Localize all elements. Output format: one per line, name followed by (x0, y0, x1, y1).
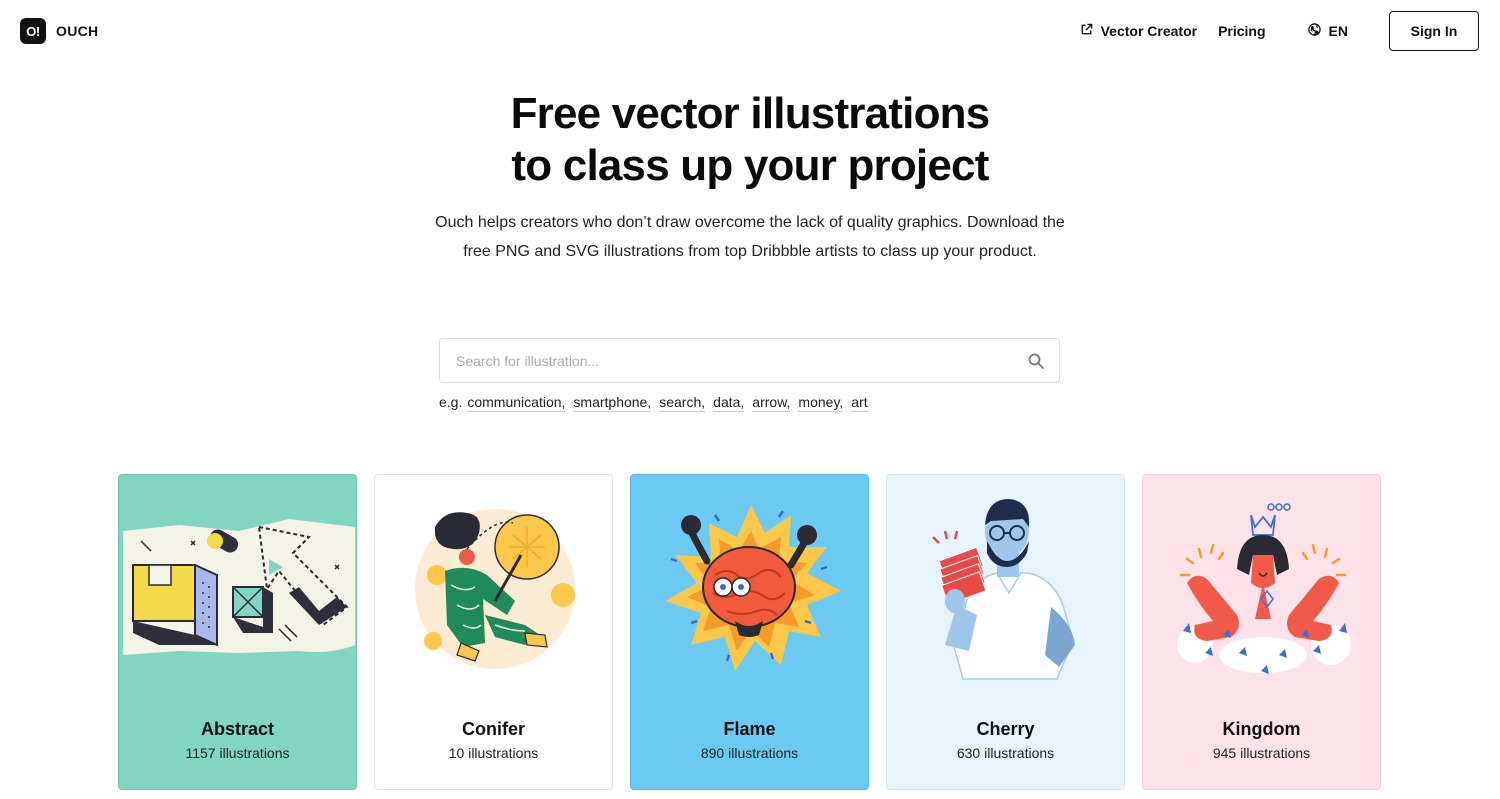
search-icon[interactable] (1027, 352, 1045, 370)
cherry-illustration (932, 499, 1075, 680)
globe-icon (1307, 23, 1321, 39)
category-count: 10 illustrations (448, 745, 539, 761)
category-count: 945 illustrations (1212, 745, 1311, 761)
main-nav: Vector Creator Pricing EN Sign In (1080, 11, 1479, 51)
vector-creator-link[interactable]: Vector Creator (1080, 23, 1197, 39)
example-tag-communication[interactable]: communication, (467, 394, 566, 412)
page-title: Free vector illustrations to class up yo… (0, 88, 1500, 192)
flame-illustration (665, 505, 841, 671)
abstract-illustration (123, 519, 355, 655)
category-name: Abstract (200, 719, 275, 739)
external-link-icon (1080, 23, 1093, 39)
category-name: Cherry (976, 719, 1035, 739)
search-examples: e.g. communication, smartphone, search, … (439, 394, 876, 412)
illustration-categories: Abstract 1157 illustrations Conifer 10 i… (118, 474, 1381, 790)
sign-in-button[interactable]: Sign In (1389, 11, 1479, 51)
category-count: 630 illustrations (956, 745, 1055, 761)
example-tag-arrow[interactable]: arrow, (752, 394, 791, 412)
category-count: 890 illustrations (700, 745, 799, 761)
search-box (439, 338, 1060, 383)
logo[interactable]: O! OUCH (20, 18, 98, 44)
top-bar: O! OUCH Vector Creator Pricing EN Sign I… (0, 0, 1500, 62)
category-count: 1157 illustrations (185, 745, 290, 761)
examples-prefix: e.g. (439, 394, 463, 410)
language-selector[interactable]: EN (1307, 23, 1348, 39)
example-tag-smartphone[interactable]: smartphone, (573, 394, 652, 412)
pricing-link[interactable]: Pricing (1218, 23, 1265, 39)
page-title-line-2: to class up your project (511, 141, 989, 190)
example-tag-money[interactable]: money, (798, 394, 844, 412)
category-card-abstract[interactable]: Abstract 1157 illustrations (118, 474, 357, 790)
page-title-line-1: Free vector illustrations (510, 89, 991, 138)
example-tag-data[interactable]: data, (713, 394, 745, 412)
language-label: EN (1328, 23, 1348, 39)
vector-creator-label: Vector Creator (1100, 23, 1198, 39)
conifer-illustration (415, 509, 575, 669)
category-card-kingdom[interactable]: Kingdom 945 illustrations (1142, 474, 1381, 790)
category-card-conifer[interactable]: Conifer 10 illustrations (374, 474, 613, 790)
logo-mark: O! (20, 18, 46, 44)
category-card-cherry[interactable]: Cherry 630 illustrations (886, 474, 1125, 790)
category-name: Flame (723, 719, 776, 739)
example-tag-search[interactable]: search, (659, 394, 706, 412)
logo-text: OUCH (56, 23, 99, 39)
category-name: Conifer (462, 719, 525, 739)
category-name: Kingdom (1222, 719, 1301, 739)
kingdom-illustration (1177, 503, 1351, 674)
category-card-flame[interactable]: Flame 890 illustrations (630, 474, 869, 790)
example-tag-art[interactable]: art (851, 394, 868, 412)
page-subtitle: Ouch helps creators who don’t draw overc… (435, 214, 1065, 260)
search-input[interactable] (456, 339, 1016, 382)
